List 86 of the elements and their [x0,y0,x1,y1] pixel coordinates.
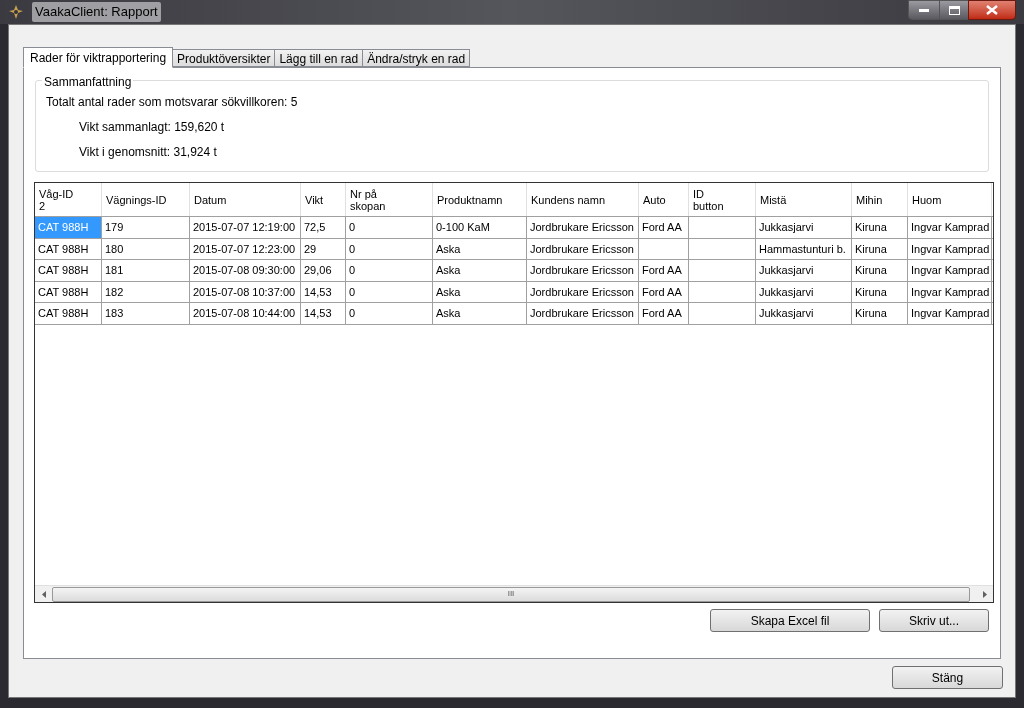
table-cell: 179 [102,217,190,238]
table-cell: 182 [102,281,190,302]
column-header[interactable]: Auto [639,183,689,216]
table-cell: Aska [433,303,527,324]
table-cell: Kiruna [852,238,908,259]
column-header[interactable]: Kundens namn [527,183,639,216]
table-cell: Ford AA [639,303,689,324]
table-cell: Ingvar Kamprad [908,281,992,302]
dialog-button[interactable]: Skapa Excel fil [710,609,870,632]
table-cell: Ford AA [639,260,689,281]
table-cell: 29 [301,238,346,259]
table-cell: CAT 988H [35,217,102,238]
dialog-button[interactable]: Stäng [892,666,1003,689]
weight-sum-text: Vikt sammanlagt: 159,620 t [78,119,226,136]
app-icon [8,4,24,20]
table-cell: 2015-07-08 09:30:00 [190,260,301,281]
table-cell: 0 [346,281,433,302]
table-cell: 0-100 KaM [433,217,527,238]
table-cell: Kiruna [852,281,908,302]
total-rows-text: Totalt antal rader som motsvarar sökvillkoren: 5 [46,94,299,111]
column-header[interactable]: ID button [689,183,756,216]
table-cell: Ford AA [639,217,689,238]
column-header[interactable]: Vägnings-ID [102,183,190,216]
scroll-right-icon[interactable] [982,590,987,598]
table-cell: Hammastunturi b. [756,238,852,259]
column-header[interactable]: Produktnamn [433,183,527,216]
table-cell: 0 [346,303,433,324]
tab[interactable]: Ändra/stryk en rad [362,49,471,67]
table-cell: Jordbrukare Ericsson [527,281,639,302]
minimize-icon [919,8,929,12]
minimize-button[interactable] [908,0,940,20]
table-cell: CAT 988H [35,238,102,259]
table-cell: Ingvar Kamprad [908,217,992,238]
table-cell: 183 [102,303,190,324]
table-cell: Jordbrukare Ericsson [527,217,639,238]
close-window-button[interactable] [968,0,1016,20]
table-cell: Kiruna [852,260,908,281]
table-cell: 181 [102,260,190,281]
table-cell: 2015-07-07 12:19:00 [190,217,301,238]
table-cell: CAT 988H [35,260,102,281]
table-cell: 0 [346,260,433,281]
table-cell: 29,06 [301,260,346,281]
table-cell: 0 [346,217,433,238]
table-cell: Jordbrukare Ericsson [527,303,639,324]
dialog-button[interactable]: Skriv ut... [879,609,989,632]
column-header[interactable]: Huom [908,183,992,216]
table-cell: Kiruna [852,303,908,324]
tab[interactable]: Rader för viktrapportering [23,47,174,68]
table-cell: 72,5 [301,217,346,238]
table-cell: Ingvar Kamprad [908,238,992,259]
tab[interactable]: Produktöversikter [172,49,276,67]
table-cell: Jordbrukare Ericsson [527,238,639,259]
weight-average-text: Vikt i genomsnitt: 31,924 t [78,144,218,161]
table-cell: Jukkasjarvi [756,281,852,302]
table-cell: Jukkasjarvi [756,217,852,238]
table-cell: Jordbrukare Ericsson [527,260,639,281]
column-header[interactable]: Mistä [756,183,852,216]
table-cell: CAT 988H [35,281,102,302]
maximize-icon [948,5,960,15]
window-title: VaakaClient: Rapport [32,2,161,22]
scroll-left-icon[interactable] [41,590,46,598]
table-cell: Jukkasjarvi [756,260,852,281]
column-header[interactable]: Nr på skopan [346,183,433,216]
table-cell: 2015-07-07 12:23:00 [190,238,301,259]
table-cell: 2015-07-08 10:37:00 [190,281,301,302]
close-icon [986,5,998,15]
table-cell: Ford AA [639,281,689,302]
table-cell: Ingvar Kamprad [908,260,992,281]
maximize-button[interactable] [940,0,968,20]
column-header[interactable]: Mihin [852,183,908,216]
table-cell: Aska [433,281,527,302]
table-cell: Aska [433,238,527,259]
table-cell: Kiruna [852,217,908,238]
table-cell: 180 [102,238,190,259]
table-cell: Jukkasjarvi [756,303,852,324]
table-cell: 0 [346,238,433,259]
column-header[interactable]: Vikt [301,183,346,216]
table-cell: 14,53 [301,303,346,324]
table-cell: CAT 988H [35,303,102,324]
table-cell: 14,53 [301,281,346,302]
column-header[interactable]: Datum [190,183,301,216]
table-cell: 2015-07-08 10:44:00 [190,303,301,324]
tab[interactable]: Lägg till en rad [274,49,364,67]
column-header[interactable]: Våg-ID 2 [35,183,102,216]
table-cell: Ingvar Kamprad [908,303,992,324]
table-cell: Aska [433,260,527,281]
